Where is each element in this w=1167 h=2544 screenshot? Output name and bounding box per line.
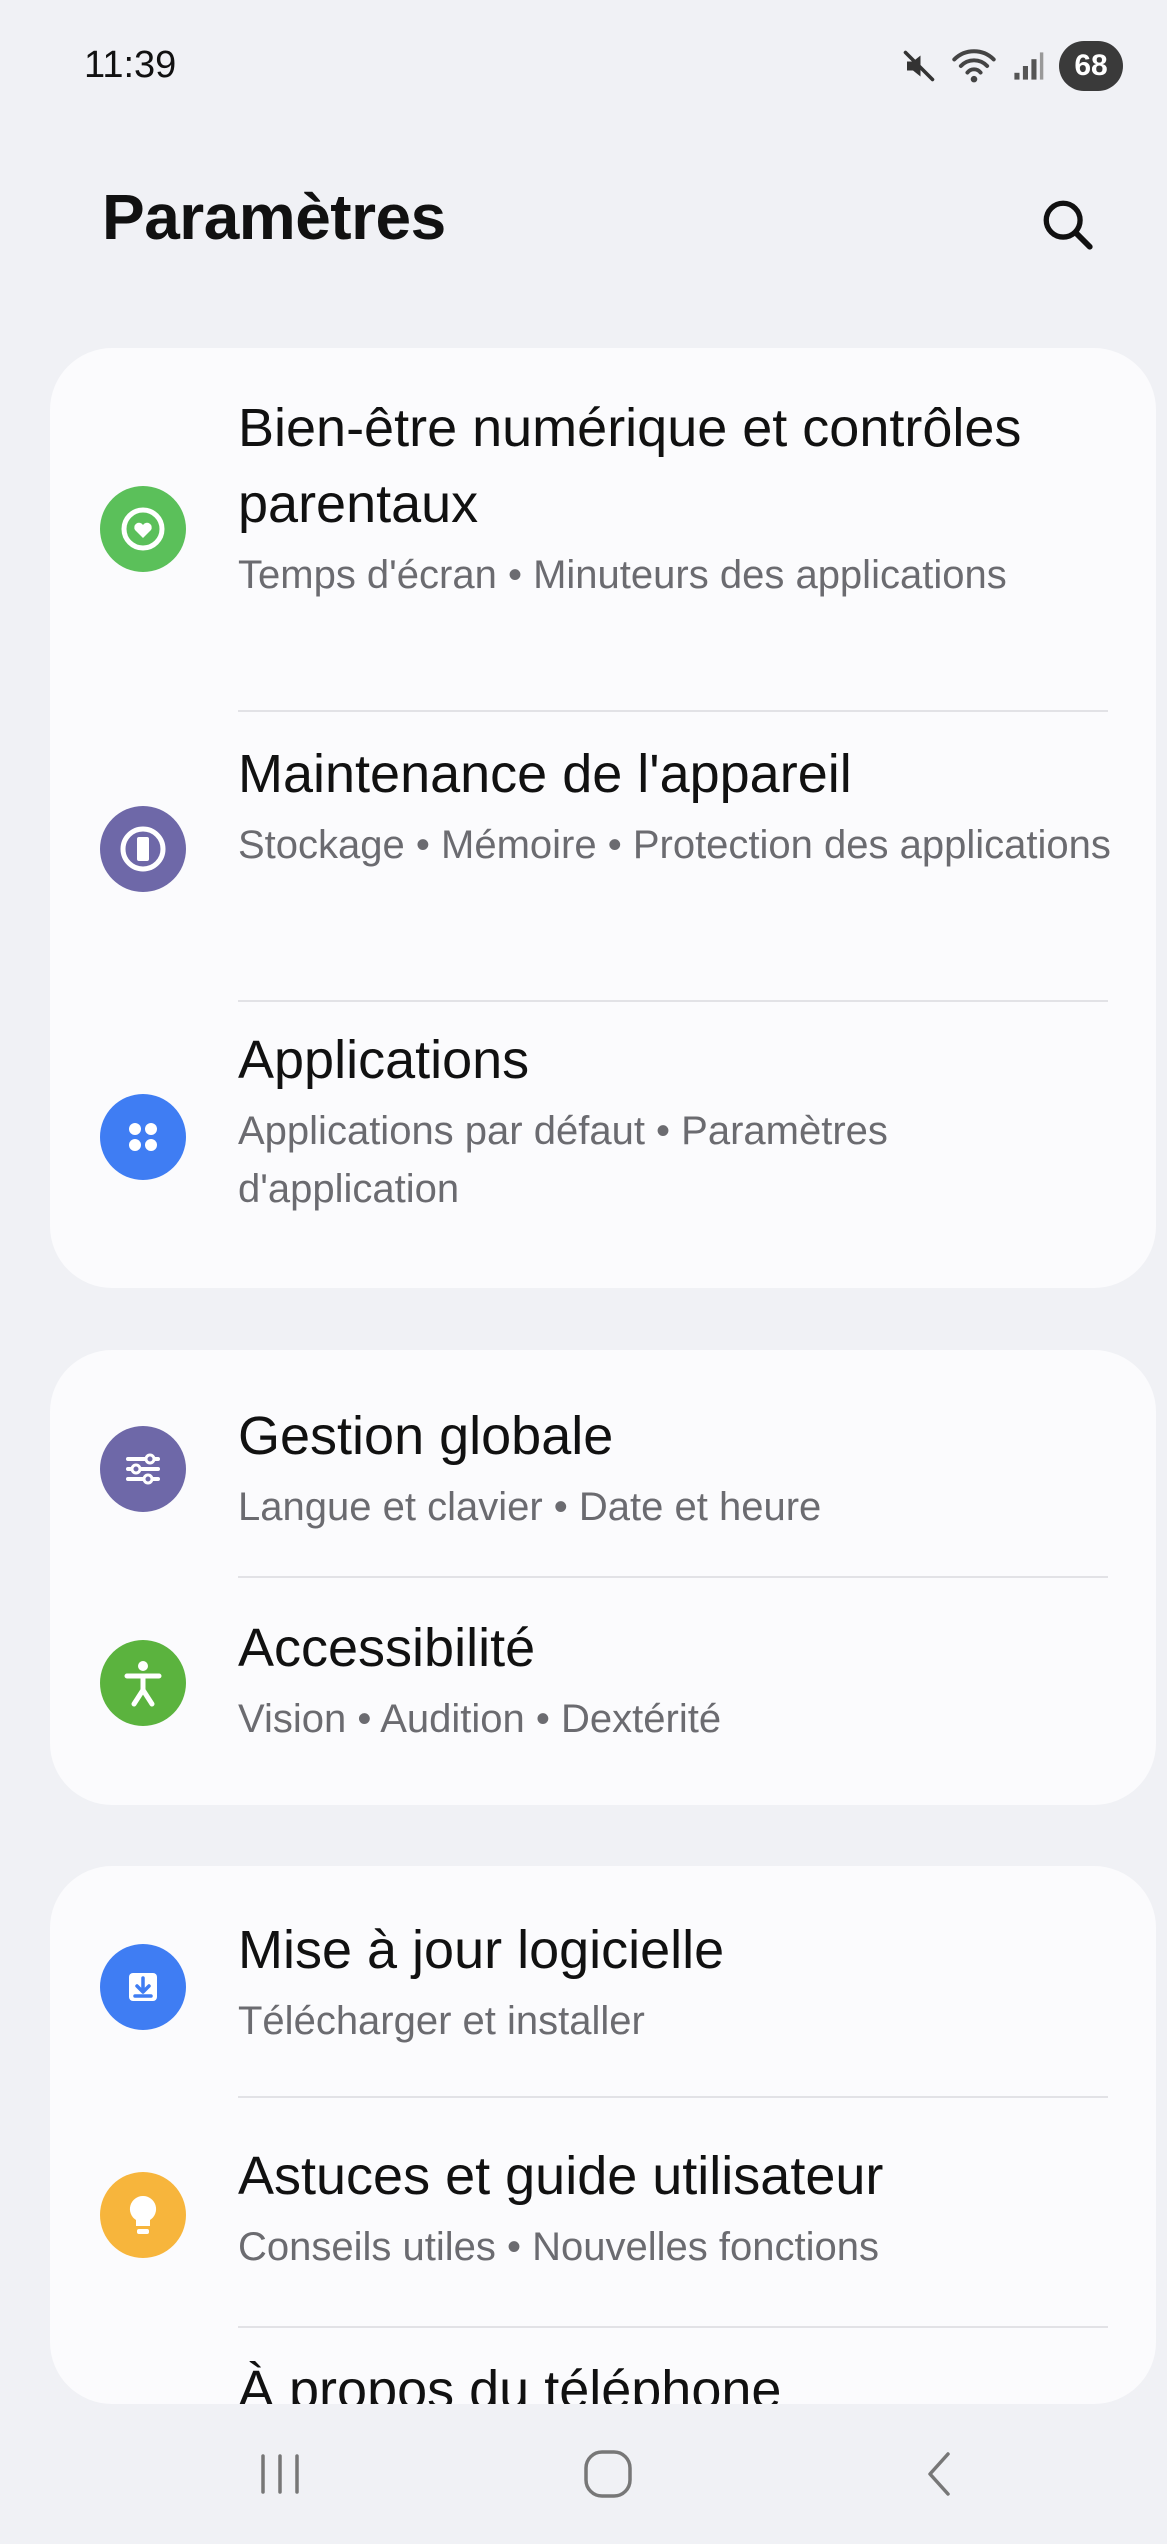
settings-item-tips[interactable]: Astuces et guide utilisateur Conseils ut…: [50, 2098, 1156, 2326]
settings-item-digital-wellbeing[interactable]: Bien-être numérique et contrôles parenta…: [50, 348, 1156, 710]
settings-group-1: Bien-être numérique et contrôles parenta…: [50, 348, 1156, 1288]
mute-icon: [901, 48, 937, 84]
accessibility-icon: [100, 1640, 186, 1726]
item-title: Bien-être numérique et contrôles parenta…: [238, 398, 1022, 534]
settings-item-accessibility[interactable]: Accessibilité Vision • Audition • Dextér…: [50, 1578, 1156, 1805]
recents-button[interactable]: [220, 2434, 340, 2514]
signal-icon: [1011, 49, 1045, 83]
item-subtitle: Temps d'écran • Minuteurs des applicatio…: [238, 553, 1007, 597]
back-button[interactable]: [880, 2434, 1000, 2514]
device-care-icon: [100, 806, 186, 892]
item-subtitle: Télécharger et installer: [238, 1999, 645, 2043]
settings-group-3: Mise à jour logicielle Télécharger et in…: [50, 1866, 1156, 2404]
status-bar: 11:39 68: [0, 0, 1167, 140]
settings-group-2: Gestion globale Langue et clavier • Date…: [50, 1350, 1156, 1805]
item-title: À propos du téléphone: [238, 2360, 782, 2404]
settings-item-general-management[interactable]: Gestion globale Langue et clavier • Date…: [50, 1350, 1156, 1576]
settings-item-about-phone[interactable]: À propos du téléphone: [50, 2328, 1156, 2404]
recents-icon: [261, 2454, 299, 2494]
home-icon: [584, 2450, 632, 2498]
page-title: Paramètres: [102, 181, 446, 253]
item-title: Applications: [238, 1030, 530, 1090]
item-subtitle: Applications par défaut • Paramètres d'a…: [238, 1109, 888, 1211]
item-title: Astuces et guide utilisateur: [238, 2146, 884, 2206]
battery-icon: 68: [1059, 41, 1123, 91]
home-button[interactable]: [548, 2434, 668, 2514]
status-icons: 68: [901, 40, 1123, 92]
settings-item-software-update[interactable]: Mise à jour logicielle Télécharger et in…: [50, 1866, 1156, 2096]
item-subtitle: Conseils utiles • Nouvelles fonctions: [238, 2225, 879, 2269]
tips-icon: [100, 2172, 186, 2258]
item-subtitle: Stockage • Mémoire • Protection des appl…: [238, 823, 1111, 867]
back-icon: [928, 2452, 950, 2496]
settings-screen: 11:39 68 Paramètres Bien-être numérique …: [0, 0, 1167, 2544]
settings-item-applications[interactable]: Applications Applications par défaut • P…: [50, 1002, 1156, 1288]
item-title: Maintenance de l'appareil: [238, 744, 852, 804]
settings-item-device-care[interactable]: Maintenance de l'appareil Stockage • Mém…: [50, 712, 1156, 1000]
navigation-bar: [0, 2404, 1167, 2544]
general-management-icon: [100, 1426, 186, 1512]
header: Paramètres: [0, 150, 1167, 300]
status-time: 11:39: [84, 44, 177, 86]
wifi-icon: [951, 46, 997, 86]
search-icon: [1043, 200, 1093, 250]
search-button[interactable]: [1023, 180, 1113, 270]
item-title: Accessibilité: [238, 1618, 536, 1678]
software-update-icon: [100, 1944, 186, 2030]
item-title: Mise à jour logicielle: [238, 1920, 725, 1980]
digital-wellbeing-icon: [100, 486, 186, 572]
item-subtitle: Vision • Audition • Dextérité: [238, 1697, 722, 1741]
apps-icon: [100, 1094, 186, 1180]
item-title: Gestion globale: [238, 1406, 614, 1466]
item-subtitle: Langue et clavier • Date et heure: [238, 1485, 822, 1529]
